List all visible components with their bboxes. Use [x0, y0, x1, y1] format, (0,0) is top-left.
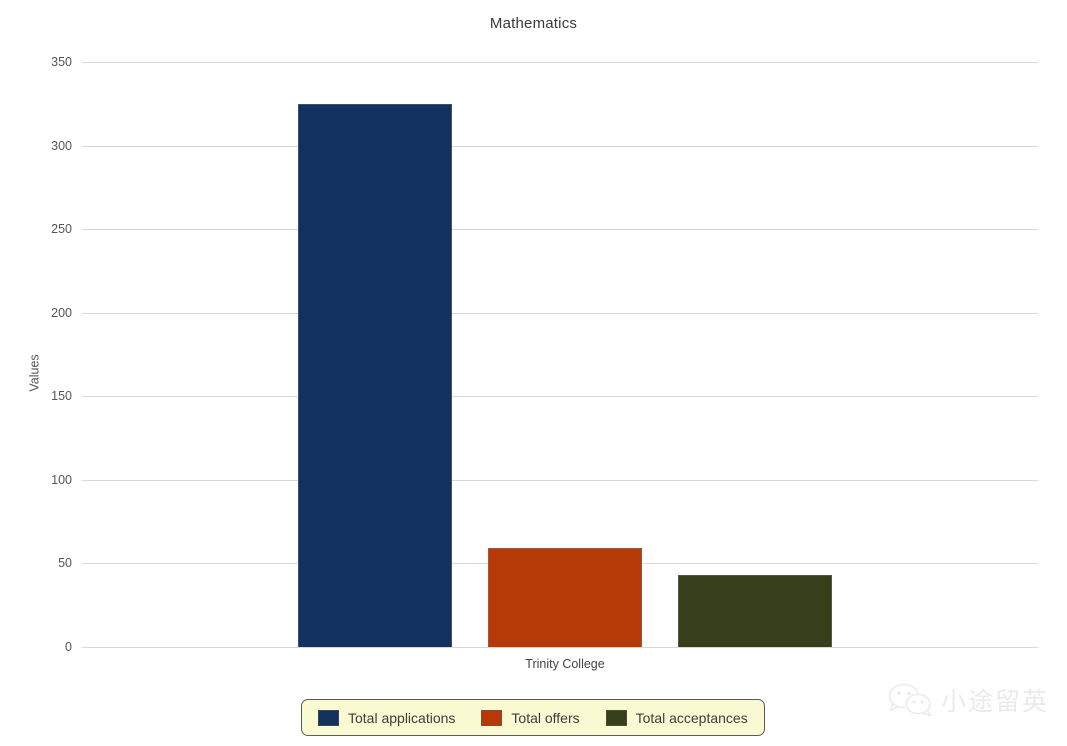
y-axis-tick-label: 0: [65, 640, 72, 654]
bar[interactable]: [298, 103, 452, 647]
y-axis-tick-label: 300: [51, 138, 72, 153]
gridline: [82, 396, 1038, 398]
gridline: [82, 229, 1038, 231]
y-axis-tick-label: 150: [51, 389, 72, 404]
gridline: [82, 312, 1038, 314]
watermark-text: 小途留英: [940, 687, 1049, 716]
legend-swatch: [481, 709, 503, 726]
gridline: [82, 479, 1038, 481]
gridline: [82, 145, 1038, 147]
gridline: [82, 62, 1038, 63]
legend-swatch: [318, 709, 339, 726]
y-axis-tick-label: 100: [51, 472, 72, 487]
y-axis-tick-label: 350: [51, 55, 72, 69]
gridline: [82, 647, 1038, 648]
chart-legend[interactable]: Total applications Total offers Total acce…: [301, 699, 765, 736]
wechat-icon: [887, 683, 933, 717]
plot-area: [82, 62, 1038, 648]
bar-chart: Mathematics Values 0 50 100 150 200 250 300 350…: [0, 0, 1067, 746]
legend-label: Total offers: [511, 709, 580, 726]
y-axis-label: Values: [27, 354, 42, 392]
y-axis-tick-label: 50: [58, 556, 72, 571]
legend-label: Total applications: [348, 709, 456, 726]
legend-item[interactable]: Total acceptances: [605, 709, 748, 726]
y-axis-tick-label: 250: [51, 222, 72, 237]
legend-swatch: [605, 709, 627, 726]
legend-label: Total acceptances: [635, 709, 748, 726]
legend-item[interactable]: Total applications: [318, 709, 456, 726]
y-axis-tick-label: 200: [51, 305, 72, 320]
chart-title: Mathematics: [489, 15, 578, 32]
bar[interactable]: [678, 575, 832, 647]
bar[interactable]: [488, 548, 642, 647]
x-axis-tick-label: Trinity College: [525, 657, 605, 671]
watermark: 小途留英: [887, 682, 1049, 718]
legend-item[interactable]: Total offers: [481, 709, 580, 726]
